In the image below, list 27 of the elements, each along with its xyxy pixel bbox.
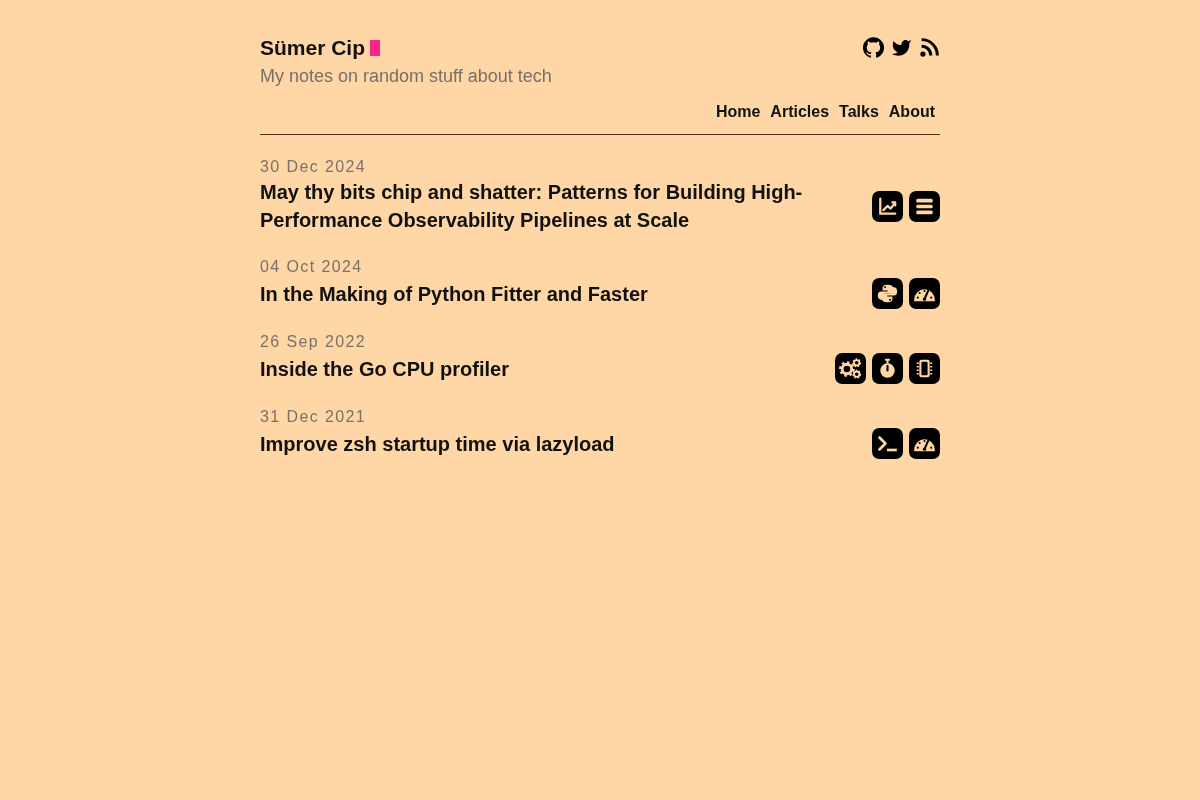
speedometer-icon xyxy=(909,278,940,309)
nav-link[interactable]: Articles xyxy=(770,102,830,122)
nav-link[interactable]: Talks xyxy=(839,102,879,122)
post-title-link[interactable]: Inside the Go CPU profiler xyxy=(260,354,509,383)
stopwatch-icon xyxy=(872,353,903,384)
post-date: 04 Oct 2024 xyxy=(260,257,364,277)
list-icon xyxy=(909,190,940,222)
python-icon xyxy=(872,278,903,309)
post-date: 30 Dec 2024 xyxy=(260,157,368,177)
terminal-icon xyxy=(872,428,903,459)
post-title-link[interactable]: Improve zsh startup time via lazyload xyxy=(260,429,615,458)
github-icon[interactable] xyxy=(863,37,884,58)
nav-link[interactable]: About xyxy=(888,102,935,122)
rss-icon[interactable] xyxy=(919,37,940,58)
bird-icon[interactable] xyxy=(891,37,912,58)
site-tagline: My notes on random stuff about tech xyxy=(260,65,552,87)
post-title-link[interactable]: In the Making of Python Fitter and Faster xyxy=(260,279,648,308)
post-date: 26 Sep 2022 xyxy=(260,332,368,352)
line-chart-icon xyxy=(872,190,903,222)
post-date: 31 Dec 2021 xyxy=(260,407,368,427)
post-title-link[interactable]: May thy bits chip and shatter: Patterns for Building High-Performance Observability Pipelines at Scale xyxy=(260,178,805,234)
speedometer-icon xyxy=(909,428,940,459)
cursor-block-icon xyxy=(370,39,381,56)
gears-icon xyxy=(835,353,866,384)
nav-link[interactable]: Home xyxy=(715,102,761,122)
chip-icon xyxy=(909,353,940,384)
site-title[interactable]: Sümer Cip xyxy=(260,35,366,60)
